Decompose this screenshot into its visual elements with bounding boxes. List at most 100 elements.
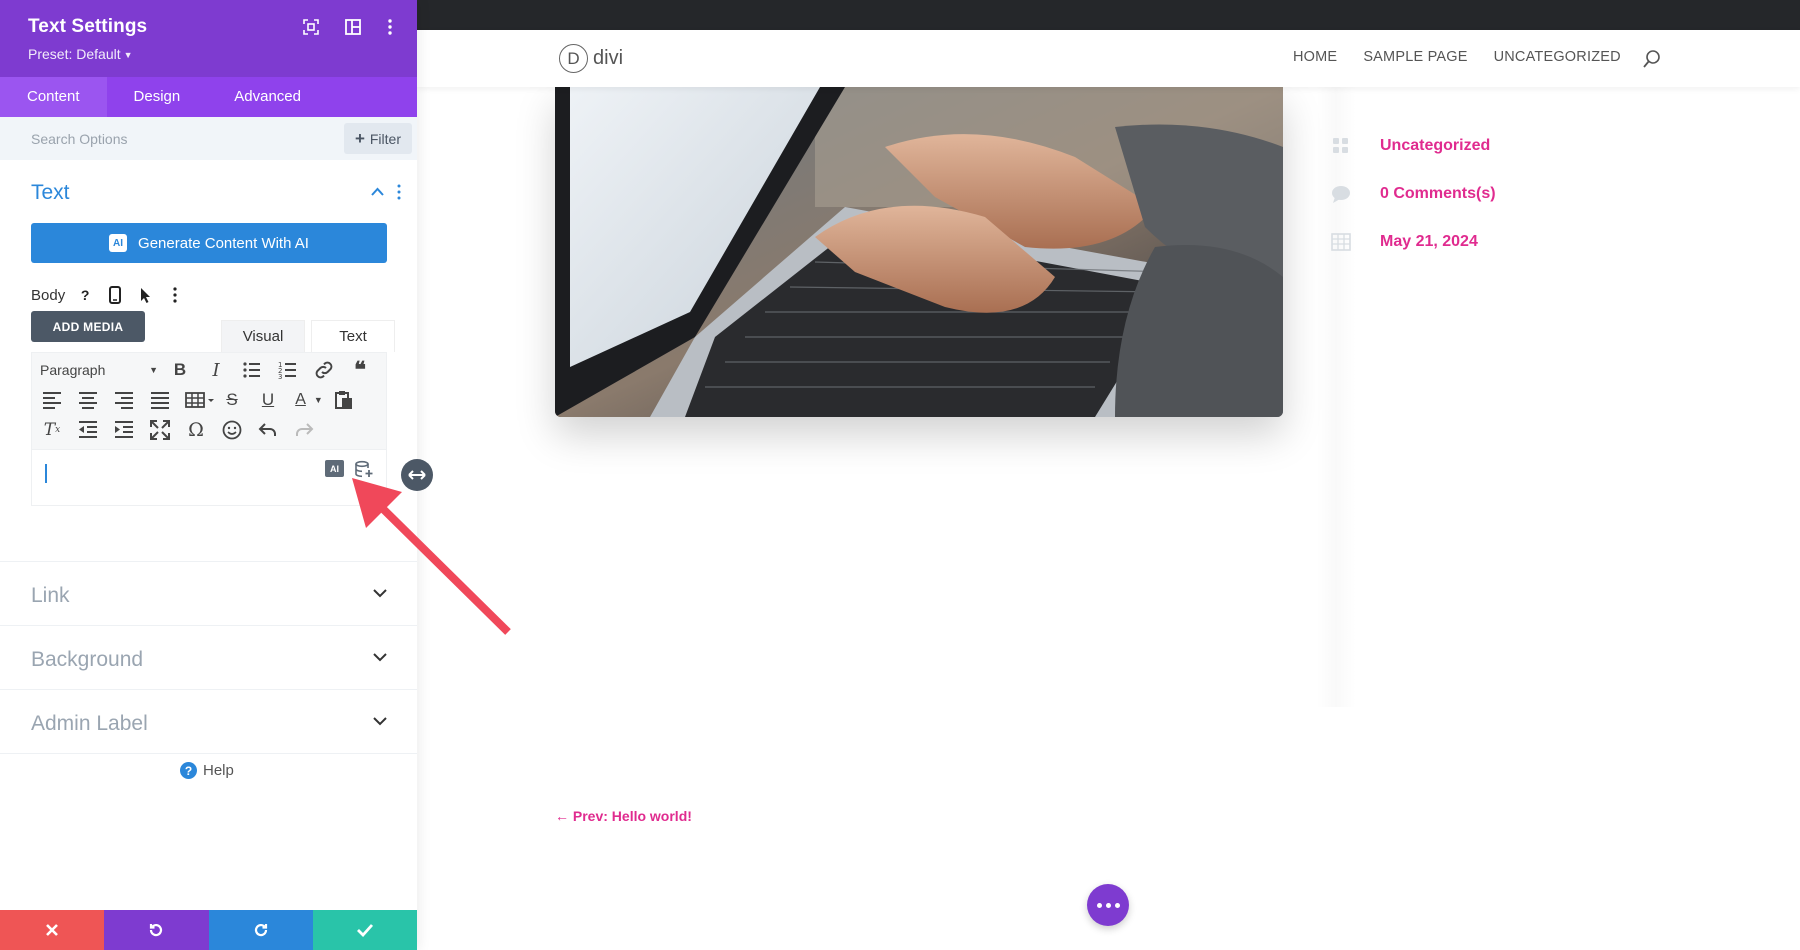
body-field-label-row: Body ? [31,285,185,305]
redo-icon[interactable] [292,418,316,442]
help-icon: ? [180,762,197,779]
section-more-icon[interactable] [396,184,402,200]
expand-fullscreen-icon[interactable] [148,418,172,442]
text-color-icon[interactable]: A ▼ [292,388,326,412]
post-meta: Uncategorized 0 Comments(s) May 21, 2024 [1330,122,1496,266]
browser-top-bar [417,0,1800,30]
redo-button[interactable] [208,910,313,950]
generate-content-ai-button[interactable]: AI Generate Content With AI [31,223,387,263]
section-background-title: Background [31,648,144,671]
chevron-down-icon [373,653,387,662]
align-center-icon[interactable] [76,388,100,412]
link-icon[interactable] [312,358,336,382]
more-options-icon[interactable] [380,17,400,37]
filter-label: Filter [369,130,401,147]
ai-button-label: Generate Content With AI [138,234,309,252]
search-icon[interactable] [1642,49,1662,69]
editor-mode-tabs: Visual Text [215,320,395,352]
site-logo[interactable]: D divi [559,44,623,73]
special-character-icon[interactable]: Ω [184,418,208,442]
chevron-down-icon [373,717,387,726]
field-more-icon[interactable] [165,285,185,305]
undo-button[interactable] [104,910,209,950]
text-editor-area[interactable]: AI [31,450,387,506]
section-link-title: Link [31,584,70,607]
meta-category: Uncategorized [1330,122,1496,170]
calendar-icon [1331,233,1351,251]
dock-layout-icon[interactable] [343,17,363,37]
panel-action-bar [0,910,417,950]
logo-text: divi [593,47,624,69]
dot-icon [1114,902,1120,908]
body-label: Body [31,286,66,304]
redo-icon [254,923,267,937]
text-section-title[interactable]: Text [31,181,70,205]
search-options-input[interactable] [31,130,344,147]
tab-advanced[interactable]: Advanced [207,77,328,117]
nav-sample-page[interactable]: SAMPLE PAGE [1363,49,1467,65]
paragraph-select-label: Paragraph [40,362,106,378]
close-icon [46,924,59,936]
filter-button[interactable]: + Filter [343,123,412,154]
comments-link[interactable]: 0 Comments(s) [1380,185,1496,203]
save-button[interactable] [312,910,417,950]
tab-design[interactable]: Design [107,77,208,117]
paste-icon[interactable] [332,388,356,412]
main-nav: HOME SAMPLE PAGE UNCATEGORIZED [1293,49,1621,65]
undo-icon [150,923,163,937]
italic-icon[interactable]: I [204,358,228,382]
tab-content[interactable]: Content [0,77,107,117]
strikethrough-icon[interactable]: S [220,388,244,412]
discard-button[interactable] [0,910,105,950]
justify-icon[interactable] [148,388,172,412]
logo-mark: D [559,44,588,73]
dot-icon [1105,902,1111,908]
outdent-icon[interactable] [76,418,100,442]
chevron-up-icon[interactable] [371,187,384,196]
underline-icon[interactable]: U [256,388,280,412]
numbered-list-icon[interactable]: 123 [276,358,300,382]
align-left-icon[interactable] [40,388,64,412]
clear-formatting-icon[interactable]: Tx [40,418,64,442]
preset-label: Preset: Default [28,46,121,62]
laptop-photo [555,87,1283,417]
hover-cursor-icon[interactable] [135,285,155,305]
svg-text:3: 3 [278,373,282,381]
panel-title: Text Settings [28,16,148,37]
nav-uncategorized[interactable]: UNCATEGORIZED [1494,49,1621,65]
caret-down-icon: ▼ [123,50,133,60]
category-link[interactable]: Uncategorized [1380,137,1490,155]
builder-settings-button[interactable] [1087,884,1129,926]
responsive-phone-icon[interactable] [105,285,125,305]
editor-toolbar: Paragraph ▼ B I 123 ❝ S U A ▼ T x Ω [31,352,387,450]
preset-selector[interactable]: Preset: Default ▼ [28,46,389,62]
featured-image-laptop-typing [555,87,1283,417]
align-right-icon[interactable] [112,388,136,412]
indent-icon[interactable] [112,418,136,442]
comment-icon [1332,186,1350,203]
add-media-button[interactable]: ADD MEDIA [31,311,145,342]
undo-icon[interactable] [256,418,280,442]
section-admin-label[interactable]: Admin Label [0,690,417,754]
annotation-arrow [352,478,511,635]
table-icon[interactable] [184,388,216,412]
plus-icon: + [354,128,365,148]
help-question-icon[interactable]: ? [75,285,95,305]
panel-header: Text Settings Preset: Default ▼ [0,0,417,77]
blockquote-icon[interactable]: ❝ [348,357,372,382]
search-bar: + Filter [0,117,417,160]
toolbar-row-3: Tx Ω [40,418,328,442]
bullet-list-icon[interactable] [240,358,264,382]
tab-visual[interactable]: Visual [221,320,305,352]
caret-down-icon: ▼ [149,365,158,375]
nav-home[interactable]: HOME [1293,49,1337,65]
bold-icon[interactable]: B [168,358,192,382]
help-link[interactable]: ? Help [180,762,234,779]
prev-post-link[interactable]: ← Prev: Hello world! [555,808,692,824]
checkmark-icon [356,924,373,937]
meta-date: May 21, 2024 [1330,218,1496,266]
paragraph-format-select[interactable]: Paragraph ▼ [40,362,158,378]
fullscreen-icon[interactable] [301,17,321,37]
tab-text[interactable]: Text [311,320,395,352]
emoji-icon[interactable] [220,418,244,442]
